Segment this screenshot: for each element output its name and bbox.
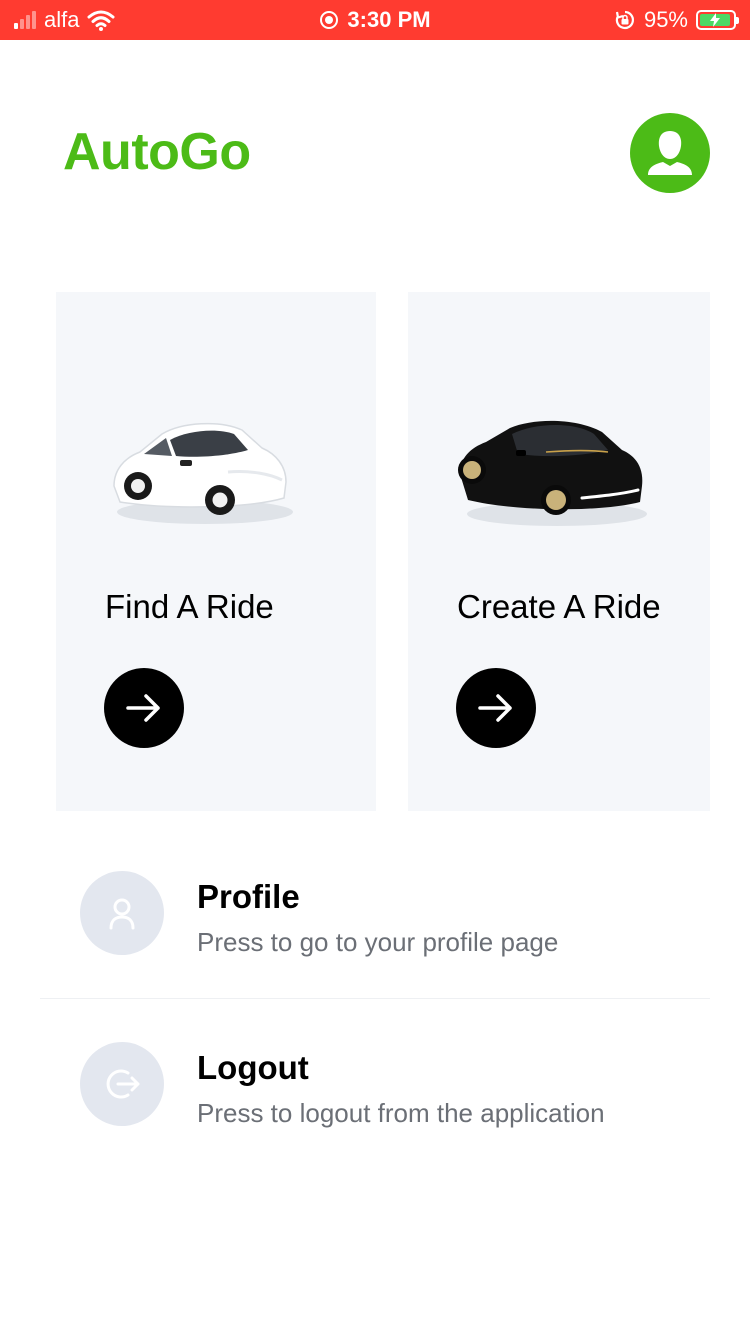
wifi-icon	[87, 10, 115, 31]
battery-fill	[700, 13, 731, 27]
status-bar: alfa 3:30 PM 95%	[0, 0, 750, 40]
find-ride-label: Find A Ride	[105, 588, 274, 625]
profile-icon-circle	[80, 871, 164, 955]
logout-title: Logout	[197, 1049, 309, 1086]
logout-subtitle: Press to logout from the application	[197, 1098, 605, 1128]
rotation-lock-icon	[615, 10, 634, 30]
find-ride-button[interactable]	[104, 668, 184, 748]
user-outline-icon	[109, 898, 135, 930]
clock: 3:30 PM	[347, 7, 431, 32]
profile-menu-item[interactable]: Profile Press to go to your profile page	[40, 843, 710, 983]
arrow-right-icon	[126, 694, 160, 722]
menu-divider	[40, 998, 710, 999]
create-ride-button[interactable]	[456, 668, 536, 748]
signal-strength-icon	[14, 11, 36, 29]
carrier-name: alfa	[44, 7, 80, 32]
black-car-icon	[458, 420, 647, 526]
logout-menu-item[interactable]: Logout Press to logout from the applicat…	[40, 1014, 710, 1154]
status-bar-right: 95%	[614, 0, 739, 40]
find-ride-card[interactable]: Find A Ride	[56, 292, 376, 811]
create-ride-card[interactable]: Create A Ride	[408, 292, 710, 811]
avatar-button[interactable]	[630, 113, 710, 193]
battery-icon	[696, 10, 739, 30]
charging-bolt-icon	[710, 13, 721, 27]
logout-icon	[106, 1069, 140, 1099]
logout-icon-circle	[80, 1042, 164, 1126]
profile-title: Profile	[197, 878, 300, 915]
create-ride-label: Create A Ride	[457, 588, 661, 625]
arrow-right-icon	[478, 694, 512, 722]
white-car-icon	[113, 422, 293, 524]
app-title: AutoGo	[63, 123, 251, 181]
profile-subtitle: Press to go to your profile page	[197, 927, 559, 957]
screen-recording-icon	[320, 11, 339, 29]
status-bar-left: alfa	[14, 0, 115, 40]
user-icon	[648, 131, 692, 175]
battery-percent: 95%	[643, 7, 688, 32]
